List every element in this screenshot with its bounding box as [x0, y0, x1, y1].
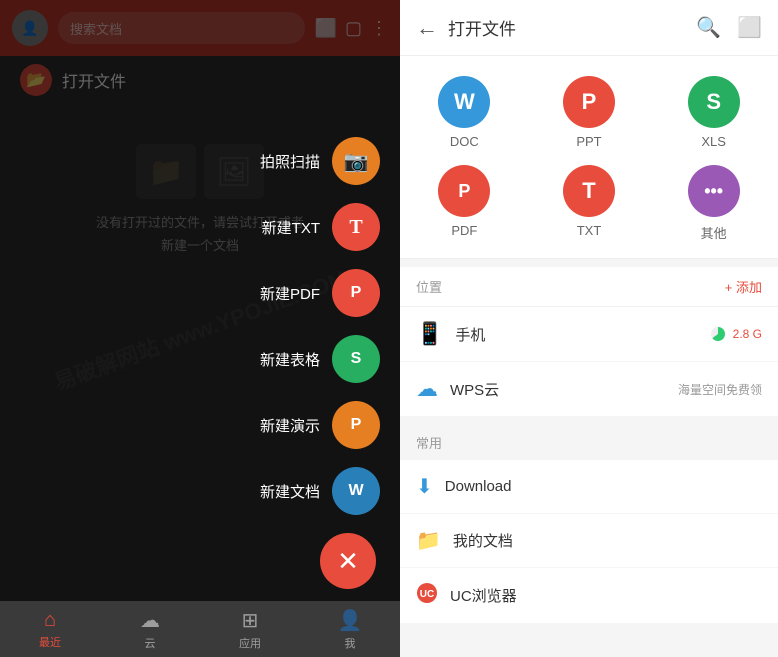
pdf-icon: P	[351, 284, 362, 302]
other-label: 其他	[701, 223, 727, 242]
common-section: 常用 ⬇ Download 📁 我的文档 UC UC浏览器	[400, 425, 778, 624]
fab-circle-doc[interactable]: W	[332, 467, 380, 515]
txt-type-icon: T	[563, 165, 615, 217]
uc-icon: UC	[416, 582, 438, 609]
file-type-doc[interactable]: W DOC	[410, 76, 519, 149]
phone-storage-info: 2.8 G	[711, 327, 762, 341]
camera-icon: 📷	[344, 149, 369, 174]
ppt-type-icon: P	[563, 76, 615, 128]
xls-label: XLS	[701, 134, 726, 149]
fab-close-button[interactable]: ✕	[320, 533, 376, 589]
location-header: 位置 + 添加	[400, 267, 778, 307]
back-button[interactable]: ←	[416, 15, 438, 41]
location-title: 位置	[416, 277, 442, 296]
right-topbar: ← 打开文件 🔍 ⬜	[400, 0, 778, 56]
fab-circle-scan[interactable]: 📷	[332, 137, 380, 185]
nav-item-apps[interactable]: ⊞ 应用	[200, 608, 300, 651]
ucbrowser-name: UC浏览器	[450, 585, 517, 606]
nav-label-me: 我	[345, 635, 356, 651]
right-panel: ← 打开文件 🔍 ⬜ W DOC P PPT S XLS	[400, 0, 778, 657]
cloud-location-name: WPS云	[450, 379, 678, 400]
fab-label-scan: 拍照扫描	[260, 151, 320, 172]
fab-item-pdf[interactable]: 新建PDF P	[260, 269, 380, 317]
file-type-grid: W DOC P PPT S XLS P PDF T	[400, 56, 778, 259]
txt-label: TXT	[577, 223, 602, 238]
cloud-location-icon: ☁	[416, 376, 438, 402]
apps-icon: ⊞	[242, 608, 259, 633]
right-icons: 🔍 ⬜	[696, 15, 762, 40]
file-type-other[interactable]: ••• 其他	[659, 165, 768, 242]
fullscreen-icon[interactable]: ⬜	[737, 15, 762, 40]
location-phone[interactable]: 📱 手机 2.8 G	[400, 307, 778, 362]
common-item-mydocs[interactable]: 📁 我的文档	[400, 514, 778, 568]
other-icon: •••	[688, 165, 740, 217]
close-icon: ✕	[337, 546, 359, 577]
left-panel: 👤 搜索文档 ⬜ ▢ ⋮ 📂 打开文件 📁 🖼 没有打开过的文件，请尝试打开或者…	[0, 0, 400, 657]
fab-label-ppt: 新建演示	[260, 415, 320, 436]
doc-label: DOC	[450, 134, 479, 149]
fab-circle-table[interactable]: S	[332, 335, 380, 383]
fab-item-scan[interactable]: 拍照扫描 📷	[260, 137, 380, 185]
ppt-icon: P	[351, 416, 362, 434]
phone-icon: 📱	[416, 321, 443, 347]
folder-icon: 📁	[416, 528, 441, 553]
nav-label-apps: 应用	[239, 635, 261, 651]
me-icon: 👤	[338, 608, 363, 633]
fab-circle-ppt[interactable]: P	[332, 401, 380, 449]
fab-label-txt: 新建TXT	[262, 217, 320, 238]
common-item-download[interactable]: ⬇ Download	[400, 460, 778, 514]
nav-label-cloud: 云	[145, 635, 156, 651]
left-bottomnav: ⌂ 最近 ☁ 云 ⊞ 应用 👤 我	[0, 601, 400, 657]
phone-location-name: 手机	[455, 324, 710, 345]
fab-item-table[interactable]: 新建表格 S	[260, 335, 380, 383]
common-header: 常用	[400, 425, 778, 460]
fab-circle-txt[interactable]: T	[332, 203, 380, 251]
file-type-xls[interactable]: S XLS	[659, 76, 768, 149]
phone-storage-value: 2.8 G	[733, 327, 762, 341]
svg-text:UC: UC	[420, 589, 434, 600]
right-panel-title: 打开文件	[448, 15, 686, 40]
xls-icon: S	[688, 76, 740, 128]
fab-item-ppt[interactable]: 新建演示 P	[260, 401, 380, 449]
fab-label-doc: 新建文档	[260, 481, 320, 502]
pdf-label: PDF	[451, 223, 477, 238]
fab-label-pdf: 新建PDF	[260, 283, 320, 304]
nav-label-recent: 最近	[39, 634, 61, 650]
download-name: Download	[445, 478, 512, 495]
file-type-ppt[interactable]: P PPT	[535, 76, 644, 149]
ppt-label: PPT	[576, 134, 601, 149]
add-location-button[interactable]: + 添加	[725, 277, 762, 296]
table-icon: S	[351, 350, 362, 368]
recent-icon: ⌂	[44, 609, 56, 632]
download-icon: ⬇	[416, 474, 433, 499]
search-icon[interactable]: 🔍	[696, 15, 721, 40]
cloud-icon: ☁	[140, 608, 160, 633]
storage-bar	[711, 327, 725, 341]
nav-item-recent[interactable]: ⌂ 最近	[0, 609, 100, 650]
txt-icon: T	[349, 216, 362, 239]
fab-circle-pdf[interactable]: P	[332, 269, 380, 317]
fab-label-table: 新建表格	[260, 349, 320, 370]
location-section: 位置 + 添加 📱 手机 2.8 G ☁ WPS云 海量空间免费领	[400, 267, 778, 417]
common-item-ucbrowser[interactable]: UC UC浏览器	[400, 568, 778, 624]
fab-item-txt[interactable]: 新建TXT T	[262, 203, 380, 251]
file-type-txt[interactable]: T TXT	[535, 165, 644, 242]
fab-item-doc[interactable]: 新建文档 W	[260, 467, 380, 515]
fab-menu: 拍照扫描 📷 新建TXT T 新建PDF P 新建表格 S	[260, 137, 380, 597]
pdf-type-icon: P	[438, 165, 490, 217]
doc-icon: W	[348, 482, 363, 500]
file-type-pdf[interactable]: P PDF	[410, 165, 519, 242]
nav-item-me[interactable]: 👤 我	[300, 608, 400, 651]
doc-icon: W	[438, 76, 490, 128]
mydocs-name: 我的文档	[453, 530, 513, 551]
location-cloud[interactable]: ☁ WPS云 海量空间免费领	[400, 362, 778, 417]
nav-item-cloud[interactable]: ☁ 云	[100, 608, 200, 651]
cloud-location-info: 海量空间免费领	[678, 381, 762, 398]
